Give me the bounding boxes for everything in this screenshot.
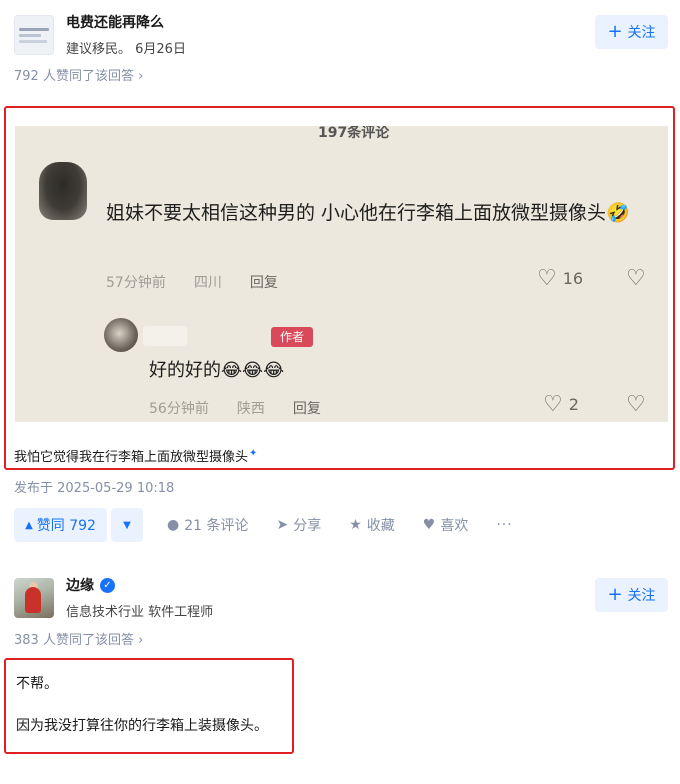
screenshot-reply-meta: 56分钟前 陕西 回复 xyxy=(149,398,349,418)
screenshot-reply-text: 好的好的😂😂😂 xyxy=(149,360,285,381)
answer-text-line: 不帮。 xyxy=(16,676,58,692)
screenshot-comment-reply: 回复 xyxy=(249,275,278,291)
screenshot-like-count: 16 xyxy=(562,269,584,288)
downvote-button[interactable]: ▼ xyxy=(111,508,143,542)
heart-icon: ♡ xyxy=(543,392,563,417)
comment-bubble-icon: ● xyxy=(167,517,180,533)
comment-screenshot-image[interactable]: 197条评论 姐妹不要太相信这种男的 小心他在行李箱上面放微型摄像头🤣 57分钟… xyxy=(15,126,668,422)
comments-label: 21 条评论 xyxy=(184,518,249,534)
follow-button[interactable]: + 关注 xyxy=(595,15,668,49)
triangle-down-icon: ▼ xyxy=(123,519,131,531)
screenshot-reply-time: 56分钟前 xyxy=(149,401,209,417)
triangle-up-icon: ▲ xyxy=(25,519,33,531)
publish-time: 发布于 2025-05-29 10:18 xyxy=(14,481,175,496)
share-arrow-icon: ➤ xyxy=(276,517,289,533)
screenshot-comment-meta: 57分钟前 四川 回复 xyxy=(106,272,306,292)
author-info: 电费还能再降么 建议移民。 6月26日 xyxy=(14,12,186,57)
comments-button[interactable]: ● 21 条评论 xyxy=(167,515,248,535)
share-label: 分享 xyxy=(293,518,322,534)
sparkle-icon: ✦ xyxy=(249,447,258,459)
action-bar: ▲ 赞同 792 ▼ ● 21 条评论 ➤ 分享 ★ 收藏 ♥ 喜欢 ··· xyxy=(14,508,513,542)
screenshot-avatar xyxy=(39,162,87,220)
upvote-button[interactable]: ▲ 赞同 792 xyxy=(14,508,107,542)
screenshot-blurred-name xyxy=(143,326,187,346)
more-icon[interactable]: ··· xyxy=(496,517,512,533)
screenshot-like: ♡ 16 xyxy=(537,266,583,291)
author-name[interactable]: 边缘 xyxy=(66,575,94,595)
author-info: 边缘 ✓ 信息技术行业 软件工程师 xyxy=(14,575,213,620)
screenshot-comment-time: 57分钟前 xyxy=(106,275,166,291)
plus-icon: + xyxy=(607,21,623,42)
author-name-row: 边缘 ✓ xyxy=(66,575,213,595)
follow-button[interactable]: + 关注 xyxy=(595,578,668,612)
follow-label: 关注 xyxy=(627,588,656,604)
heart-icon: ♥ xyxy=(422,517,436,533)
upvote-label: 赞同 792 xyxy=(36,518,96,534)
like-button[interactable]: ♥ 喜欢 xyxy=(423,515,469,535)
screenshot-comment-location: 四川 xyxy=(193,275,222,291)
screenshot-comment-count: 197条评论 xyxy=(318,126,390,141)
broken-heart-icon: ♡ xyxy=(626,392,646,417)
screenshot-reply-like: ♡ 2 xyxy=(543,392,579,417)
plus-icon: + xyxy=(607,584,623,605)
answer-caption: 我怕它觉得我在行李箱上面放微型摄像头✦ xyxy=(14,446,257,465)
follow-label: 关注 xyxy=(627,25,656,41)
caption-text: 我怕它觉得我在行李箱上面放 xyxy=(14,450,184,465)
caption-keyword-link[interactable]: 微型摄像头 xyxy=(183,450,248,465)
screenshot-comment-text: 姐妹不要太相信这种男的 小心他在行李箱上面放微型摄像头🤣 xyxy=(106,202,630,224)
answer-card-2: 边缘 ✓ 信息技术行业 软件工程师 + 关注 383 人赞同了该回答 › 不帮。… xyxy=(0,560,680,784)
author-name[interactable]: 电费还能再降么 xyxy=(66,12,186,32)
avatar[interactable] xyxy=(14,577,54,618)
like-label: 喜欢 xyxy=(440,518,469,534)
heart-icon: ♡ xyxy=(537,266,557,291)
answer-card-1: 电费还能再降么 建议移民。 6月26日 + 关注 792 人赞同了该回答 › 1… xyxy=(0,0,680,560)
author-tag: 作者 xyxy=(271,327,313,347)
avatar[interactable] xyxy=(14,14,54,55)
author-headline: 信息技术行业 软件工程师 xyxy=(66,605,214,620)
collect-label: 收藏 xyxy=(366,518,395,534)
collect-button[interactable]: ★ 收藏 xyxy=(349,515,395,535)
answer-text-line: 因为我没打算往你的行李箱上装摄像头。 xyxy=(16,718,268,734)
star-icon: ★ xyxy=(349,517,362,533)
screenshot-reply-avatar xyxy=(104,318,138,352)
author-headline: 建议移民。 6月26日 xyxy=(66,42,186,57)
screenshot-reply-reply: 回复 xyxy=(292,401,321,417)
agree-count[interactable]: 383 人赞同了该回答 › xyxy=(14,629,143,648)
agree-count[interactable]: 792 人赞同了该回答 › xyxy=(14,65,143,84)
screenshot-reply-like-count: 2 xyxy=(568,395,579,414)
screenshot-reply-location: 陕西 xyxy=(236,401,265,417)
share-button[interactable]: ➤ 分享 xyxy=(276,515,321,535)
verified-badge-icon: ✓ xyxy=(100,577,115,593)
broken-heart-icon: ♡ xyxy=(626,266,646,291)
